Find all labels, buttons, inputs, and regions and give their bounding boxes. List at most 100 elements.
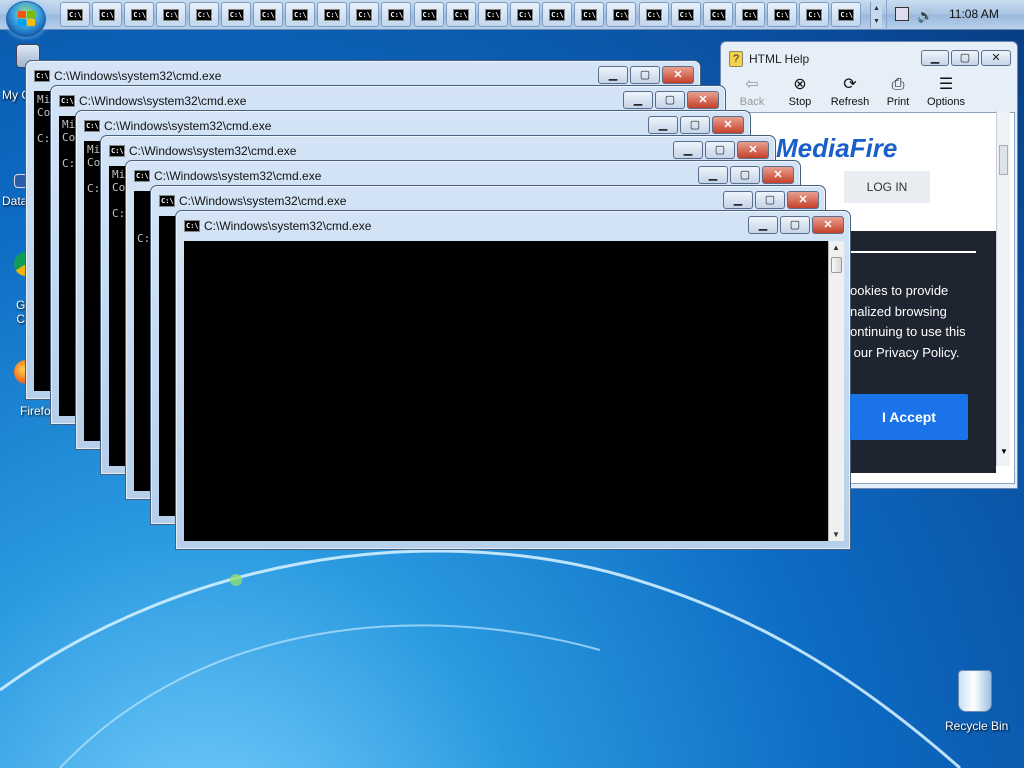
desktop-icon-label: G C bbox=[16, 298, 26, 326]
taskbar-cmd-button[interactable]: C:\. bbox=[349, 2, 380, 27]
taskbar-cmd-button[interactable]: C:\. bbox=[156, 2, 187, 27]
print-button[interactable]: ⎙ Print bbox=[877, 74, 919, 108]
taskbar-cmd-button[interactable]: C:\. bbox=[124, 2, 155, 27]
help-icon: ? bbox=[729, 51, 743, 67]
taskbar-cmd-button[interactable]: C:\. bbox=[606, 2, 637, 27]
window-title: C:\Windows\system32\cmd.exe bbox=[104, 119, 272, 133]
tool-label: Back bbox=[739, 96, 765, 108]
minimize-button[interactable]: ▁ bbox=[698, 166, 728, 184]
taskbar-cmd-button[interactable]: C:\. bbox=[542, 2, 573, 27]
close-button[interactable]: ✕ bbox=[737, 141, 769, 159]
cookie-line: ookies to provide bbox=[850, 283, 949, 298]
taskbar-cmd-button[interactable]: C:\. bbox=[413, 2, 444, 27]
maximize-button[interactable]: ▢ bbox=[780, 216, 810, 234]
minimize-button[interactable]: ▁ bbox=[623, 91, 653, 109]
close-button[interactable]: ✕ bbox=[762, 166, 794, 184]
taskbar-cmd-button[interactable]: C:\. bbox=[477, 2, 508, 27]
taskbar-cmd-button[interactable]: C:\. bbox=[734, 2, 765, 27]
maximize-button[interactable]: ▢ bbox=[755, 191, 785, 209]
minimize-button[interactable]: ▁ bbox=[598, 66, 628, 84]
cmd-icon: C:\. bbox=[452, 8, 472, 21]
close-button[interactable]: ✕ bbox=[981, 50, 1011, 66]
cmd-icon: C:\. bbox=[99, 8, 118, 21]
maximize-button[interactable]: ▢ bbox=[951, 50, 979, 66]
cmd-icon: C:\. bbox=[774, 8, 793, 21]
close-button[interactable]: ✕ bbox=[687, 91, 719, 109]
refresh-button[interactable]: ⟳ Refresh bbox=[829, 74, 871, 108]
taskbar-cmd-button[interactable]: C:\. bbox=[574, 2, 605, 27]
taskbar-cmd-button[interactable]: C:\. bbox=[92, 2, 123, 27]
system-tray: 🔊 11:08 AM bbox=[886, 0, 1024, 30]
network-icon[interactable] bbox=[895, 7, 909, 21]
cmd-icon: C:\. bbox=[227, 8, 247, 21]
cmd-icon: C:\. bbox=[109, 145, 128, 157]
taskbar-cmd-button[interactable]: C:\. bbox=[445, 2, 476, 27]
taskbar-cmd-button[interactable]: C:\. bbox=[799, 2, 830, 27]
cmd-window[interactable]: C:\. C:\Windows\system32\cmd.exe ▁ ▢ ✕ ▲… bbox=[175, 210, 851, 550]
maximize-button[interactable]: ▢ bbox=[705, 141, 735, 159]
taskbar-cmd-button[interactable]: C:\. bbox=[702, 2, 733, 27]
cmd-icon: C:\. bbox=[184, 220, 203, 232]
close-button[interactable]: ✕ bbox=[712, 116, 744, 134]
help-scrollbar[interactable]: ▼ bbox=[996, 111, 1010, 466]
volume-icon[interactable]: 🔊 bbox=[917, 8, 933, 24]
taskbar-cmd-button[interactable]: C:\. bbox=[284, 2, 315, 27]
close-button[interactable]: ✕ bbox=[662, 66, 694, 84]
cookie-line: nalized browsing bbox=[850, 303, 947, 319]
print-icon: ⎙ bbox=[891, 76, 905, 93]
cmd-icon: C:\. bbox=[195, 8, 215, 21]
cookie-line: ontinuing to use this bbox=[850, 324, 966, 339]
options-button[interactable]: ☰ Options bbox=[925, 74, 967, 108]
taskbar-cmd-button[interactable]: C:\. bbox=[670, 2, 701, 27]
window-title: C:\Windows\system32\cmd.exe bbox=[79, 94, 247, 108]
cmd-icon: C:\. bbox=[67, 8, 86, 21]
desktop-icon-recycle-bin[interactable]: Recycle Bin bbox=[940, 666, 1010, 736]
minimize-button[interactable]: ▁ bbox=[673, 141, 703, 159]
taskbar-scroll[interactable]: ▲ ▼ bbox=[870, 2, 882, 28]
cmd-icon: C:\. bbox=[741, 8, 761, 21]
console-output[interactable] bbox=[184, 241, 828, 541]
minimize-button[interactable]: ▁ bbox=[648, 116, 678, 134]
cmd-icon: C:\. bbox=[388, 8, 408, 21]
stop-button[interactable]: ⊗ Stop bbox=[779, 74, 821, 108]
taskbar-cmd-button[interactable]: C:\. bbox=[638, 2, 669, 27]
cmd-icon: C:\. bbox=[356, 8, 376, 21]
taskbar-cmd-button[interactable]: C:\. bbox=[317, 2, 348, 27]
refresh-icon: ⟳ bbox=[843, 76, 857, 93]
taskbar-cmd-button[interactable]: C:\. bbox=[509, 2, 540, 27]
tool-label: Refresh bbox=[830, 96, 870, 108]
maximize-button[interactable]: ▢ bbox=[680, 116, 710, 134]
recycle-bin-icon bbox=[958, 670, 992, 712]
accept-cookies-button[interactable]: I Accept bbox=[850, 394, 968, 440]
taskbar-cmd-button[interactable]: C:\. bbox=[767, 2, 798, 27]
cmd-icon: C:\. bbox=[484, 8, 504, 21]
taskbar-cmd-button[interactable]: C:\. bbox=[252, 2, 283, 27]
close-button[interactable]: ✕ bbox=[787, 191, 819, 209]
close-button[interactable]: ✕ bbox=[812, 216, 844, 234]
taskbar-cmd-button[interactable]: C:\. bbox=[188, 2, 219, 27]
desktop-icon-label: Recycle Bin bbox=[945, 719, 1009, 733]
cmd-icon: C:\. bbox=[677, 8, 697, 21]
cmd-icon: C:\. bbox=[838, 8, 858, 21]
back-button[interactable]: ⇦ Back bbox=[731, 74, 773, 108]
taskbar-cmd-button[interactable]: C:\. bbox=[831, 2, 862, 27]
minimize-button[interactable]: ▁ bbox=[921, 50, 949, 66]
tool-label: Print bbox=[886, 96, 910, 108]
clock[interactable]: 11:08 AM bbox=[949, 7, 999, 21]
maximize-button[interactable]: ▢ bbox=[730, 166, 760, 184]
login-button[interactable]: LOG IN bbox=[844, 171, 930, 203]
maximize-button[interactable]: ▢ bbox=[655, 91, 685, 109]
windows-flag-icon bbox=[18, 11, 36, 27]
taskbar-cmd-button[interactable]: C:\. bbox=[381, 2, 412, 27]
cmd-icon: C:\. bbox=[163, 8, 183, 21]
maximize-button[interactable]: ▢ bbox=[630, 66, 660, 84]
minimize-button[interactable]: ▁ bbox=[723, 191, 753, 209]
start-button[interactable] bbox=[6, 1, 46, 37]
taskbar-cmd-button[interactable]: C:\. bbox=[60, 2, 90, 27]
taskbar-buttons: C:\. C:\. C:\. C:\. C:\. C:\. C:\. C:\. C:\. C:\.… bbox=[60, 2, 864, 28]
taskbar-cmd-button[interactable]: C:\. bbox=[220, 2, 251, 27]
console-scrollbar[interactable]: ▲ ▼ bbox=[828, 241, 844, 541]
cmd-icon: C:\. bbox=[159, 195, 178, 207]
stop-icon: ⊗ bbox=[793, 76, 807, 93]
minimize-button[interactable]: ▁ bbox=[748, 216, 778, 234]
